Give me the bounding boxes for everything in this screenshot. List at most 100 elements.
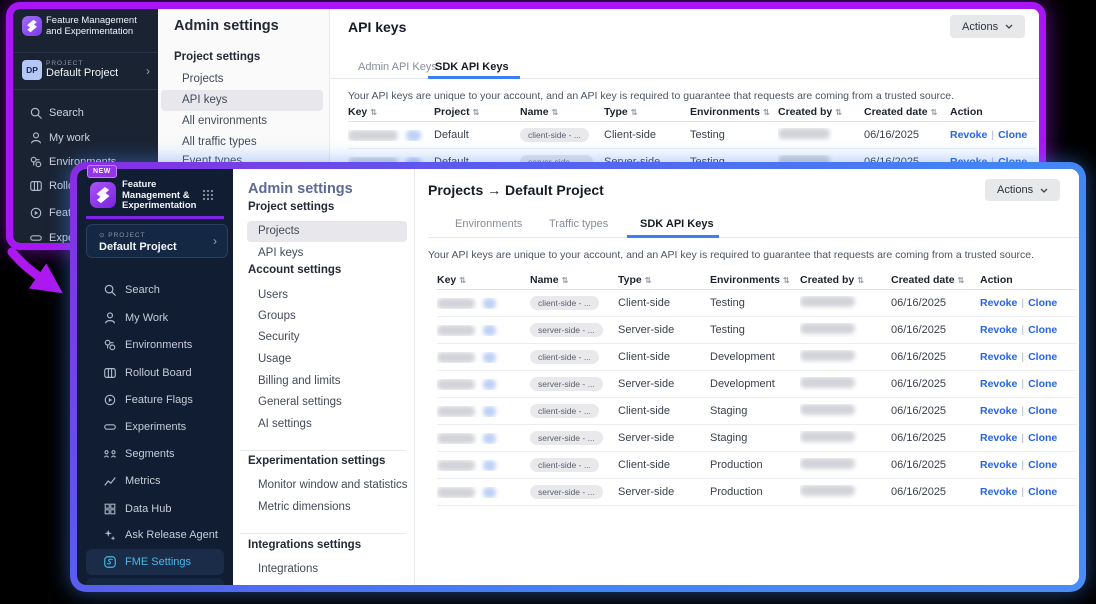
- sort-icon[interactable]: ⇅: [459, 276, 466, 285]
- table-row[interactable]: server-side - ... Server-side Developmen…: [437, 371, 1077, 398]
- column-header[interactable]: Name⇅: [520, 106, 604, 118]
- admin-item-projects[interactable]: Projects: [258, 225, 300, 237]
- copy-icon[interactable]: [483, 460, 496, 471]
- clone-link[interactable]: Clone: [1028, 486, 1057, 498]
- sidebar-item-metrics[interactable]: Metrics: [86, 468, 224, 494]
- copy-icon[interactable]: [483, 433, 496, 444]
- revoke-link[interactable]: Revoke: [980, 351, 1017, 363]
- tab-sdk-api-keys[interactable]: SDK API Keys: [640, 218, 714, 230]
- sort-icon[interactable]: ⇅: [552, 108, 559, 117]
- column-header[interactable]: Created date⇅: [864, 106, 950, 118]
- revoke-link[interactable]: Revoke: [980, 378, 1017, 390]
- clone-link[interactable]: Clone: [998, 129, 1027, 141]
- chevron-right-icon[interactable]: ›: [146, 64, 150, 78]
- sidebar-item-feature-flags[interactable]: Feature Flags: [86, 387, 224, 413]
- sidebar-item-experiments[interactable]: Experiments: [86, 414, 224, 440]
- admin-item-api-keys[interactable]: API keys: [258, 247, 303, 259]
- tab-admin-api-keys[interactable]: Admin API Keys: [358, 61, 437, 73]
- table-row[interactable]: server-side - ... Server-side Staging 06…: [437, 425, 1077, 452]
- column-header[interactable]: Created by⇅: [800, 274, 891, 286]
- copy-icon[interactable]: [483, 379, 496, 390]
- clone-link[interactable]: Clone: [1028, 378, 1057, 390]
- admin-item-usage[interactable]: Usage: [258, 353, 291, 365]
- sidebar-item-data-hub[interactable]: Data Hub: [86, 496, 224, 522]
- sort-icon[interactable]: ⇅: [835, 108, 842, 117]
- admin-item-billing-and-limits[interactable]: Billing and limits: [258, 375, 340, 387]
- copy-icon[interactable]: [483, 352, 496, 363]
- sidebar-item-environments[interactable]: Environments: [86, 332, 224, 358]
- sidebar-item-rollout-board[interactable]: Rollout Board: [86, 360, 224, 386]
- tab-sdk-api-keys[interactable]: SDK API Keys: [435, 61, 509, 73]
- clone-link[interactable]: Clone: [1028, 432, 1057, 444]
- tab-traffic-types[interactable]: Traffic types: [549, 218, 608, 230]
- table-row[interactable]: server-side - ... Server-side Testing 06…: [437, 317, 1077, 344]
- clone-link[interactable]: Clone: [1028, 405, 1057, 417]
- copy-icon[interactable]: [483, 406, 496, 417]
- sidebar-item-my-work[interactable]: My Work: [86, 305, 224, 331]
- column-header[interactable]: Action⇅: [980, 274, 1077, 286]
- revoke-link[interactable]: Revoke: [980, 486, 1017, 498]
- revoke-link[interactable]: Revoke: [980, 432, 1017, 444]
- column-header[interactable]: Environments⇅: [690, 106, 778, 118]
- admin-item-metric-dimensions[interactable]: Metric dimensions: [258, 501, 351, 513]
- sidebar-item-my-work[interactable]: My work: [13, 126, 158, 150]
- tab-environments[interactable]: Environments: [455, 218, 522, 230]
- revoke-link[interactable]: Revoke: [980, 405, 1017, 417]
- column-header[interactable]: Action⇅: [950, 106, 1036, 118]
- table-row[interactable]: client-side - ... Client-side Developmen…: [437, 344, 1077, 371]
- admin-item-monitor-window[interactable]: Monitor window and statistics: [258, 479, 408, 491]
- copy-icon[interactable]: [406, 130, 421, 141]
- admin-item-ai-settings[interactable]: AI settings: [258, 418, 312, 430]
- sort-icon[interactable]: ⇅: [763, 108, 770, 117]
- sort-icon[interactable]: ⇅: [631, 108, 638, 117]
- column-header[interactable]: Type⇅: [604, 106, 690, 118]
- table-row[interactable]: client-side - ... Client-side Production…: [437, 452, 1077, 479]
- admin-item-integrations[interactable]: Integrations: [258, 563, 318, 575]
- admin-item-projects[interactable]: Projects: [182, 73, 224, 85]
- sidebar-item-search[interactable]: Search: [86, 277, 224, 303]
- sidebar-item-ask-release-agent[interactable]: Ask Release Agent: [86, 522, 224, 548]
- revoke-link[interactable]: Revoke: [980, 324, 1017, 336]
- copy-icon[interactable]: [483, 487, 496, 498]
- admin-item-groups[interactable]: Groups: [258, 310, 296, 322]
- admin-item-general-settings[interactable]: General settings: [258, 396, 342, 408]
- admin-item-security[interactable]: Security: [258, 331, 300, 343]
- sort-icon[interactable]: ⇅: [857, 276, 864, 285]
- actions-button[interactable]: Actions: [950, 15, 1025, 38]
- sidebar-item-fme-settings[interactable]: FME Settings: [86, 549, 224, 575]
- column-header[interactable]: Created date⇅: [891, 274, 980, 286]
- column-header[interactable]: Created by⇅: [778, 106, 864, 118]
- column-header[interactable]: Key⇅: [348, 106, 434, 118]
- clone-link[interactable]: Clone: [1028, 459, 1057, 471]
- sort-icon[interactable]: ⇅: [473, 108, 480, 117]
- sort-icon[interactable]: ⇅: [370, 108, 377, 117]
- admin-item-all-traffic-types[interactable]: All traffic types: [182, 136, 257, 148]
- sidebar-item-segments[interactable]: Segments: [86, 441, 224, 467]
- sort-icon[interactable]: ⇅: [562, 276, 569, 285]
- sort-icon[interactable]: ⇅: [958, 276, 965, 285]
- sort-icon[interactable]: ⇅: [783, 276, 790, 285]
- clone-link[interactable]: Clone: [1028, 351, 1057, 363]
- admin-item-all-environments[interactable]: All environments: [182, 115, 267, 127]
- admin-item-users[interactable]: Users: [258, 289, 288, 301]
- admin-item-api-keys[interactable]: API keys: [182, 94, 227, 106]
- clone-link[interactable]: Clone: [1028, 324, 1057, 336]
- sidebar-item-search[interactable]: Search: [13, 101, 158, 125]
- sort-icon[interactable]: ⇅: [931, 108, 938, 117]
- revoke-link[interactable]: Revoke: [980, 459, 1017, 471]
- table-row[interactable]: server-side - ... Server-side Production…: [437, 479, 1077, 506]
- project-selector[interactable]: PROJECT Default Project: [46, 60, 118, 79]
- copy-icon[interactable]: [483, 325, 496, 336]
- table-row[interactable]: Default client-side - ... Client-side Te…: [348, 122, 1036, 149]
- copy-icon[interactable]: [483, 298, 496, 309]
- column-header[interactable]: Environments⇅: [710, 274, 800, 286]
- table-row[interactable]: client-side - ... Client-side Testing 06…: [437, 290, 1077, 317]
- app-grid-icon[interactable]: [202, 189, 214, 201]
- table-row[interactable]: client-side - ... Client-side Staging 06…: [437, 398, 1077, 425]
- revoke-link[interactable]: Revoke: [980, 297, 1017, 309]
- actions-button[interactable]: Actions: [985, 179, 1060, 201]
- column-header[interactable]: Project⇅: [434, 106, 520, 118]
- sort-icon[interactable]: ⇅: [645, 276, 652, 285]
- column-header[interactable]: Name⇅: [530, 274, 618, 286]
- revoke-link[interactable]: Revoke: [950, 129, 987, 141]
